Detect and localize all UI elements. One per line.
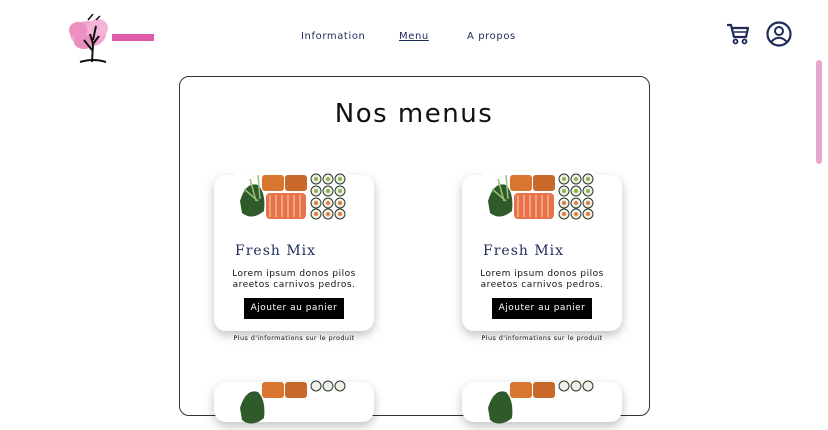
card-description: Lorem ipsum donos pilos areetos carnivos… bbox=[232, 269, 356, 290]
cart-icon[interactable] bbox=[726, 23, 750, 45]
menu-card-partial bbox=[462, 380, 622, 424]
card-title: Fresh Mix bbox=[483, 243, 565, 259]
add-to-cart-button[interactable]: Ajouter au panier bbox=[492, 298, 592, 319]
sushi-platter-image bbox=[240, 380, 346, 424]
menu-card-partial bbox=[214, 380, 374, 424]
nav-a-propos[interactable]: A propos bbox=[467, 31, 516, 42]
site-logo[interactable] bbox=[66, 14, 156, 64]
add-to-cart-button[interactable]: Ajouter au panier bbox=[244, 298, 344, 319]
nav-menu[interactable]: Menu bbox=[399, 31, 429, 42]
sushi-platter-image bbox=[484, 171, 594, 223]
sushi-platter-image bbox=[236, 171, 346, 223]
nav-information[interactable]: Information bbox=[301, 31, 366, 42]
cherry-blossom-tree-icon bbox=[69, 14, 108, 63]
menu-card: Fresh Mix Lorem ipsum donos pilos areeto… bbox=[214, 171, 374, 331]
card-title: Fresh Mix bbox=[235, 243, 317, 259]
card-description: Lorem ipsum donos pilos areetos carnivos… bbox=[480, 269, 604, 290]
user-circle-icon[interactable] bbox=[766, 21, 792, 47]
product-info-link[interactable]: Plus d'informations sur le produit bbox=[462, 334, 622, 342]
sushi-platter-image bbox=[488, 380, 594, 424]
product-info-link[interactable]: Plus d'informations sur le produit bbox=[214, 334, 374, 342]
menu-card: Fresh Mix Lorem ipsum donos pilos areeto… bbox=[462, 171, 622, 331]
page-title: Nos menus bbox=[334, 99, 494, 129]
logo-wordmark bbox=[112, 34, 154, 41]
